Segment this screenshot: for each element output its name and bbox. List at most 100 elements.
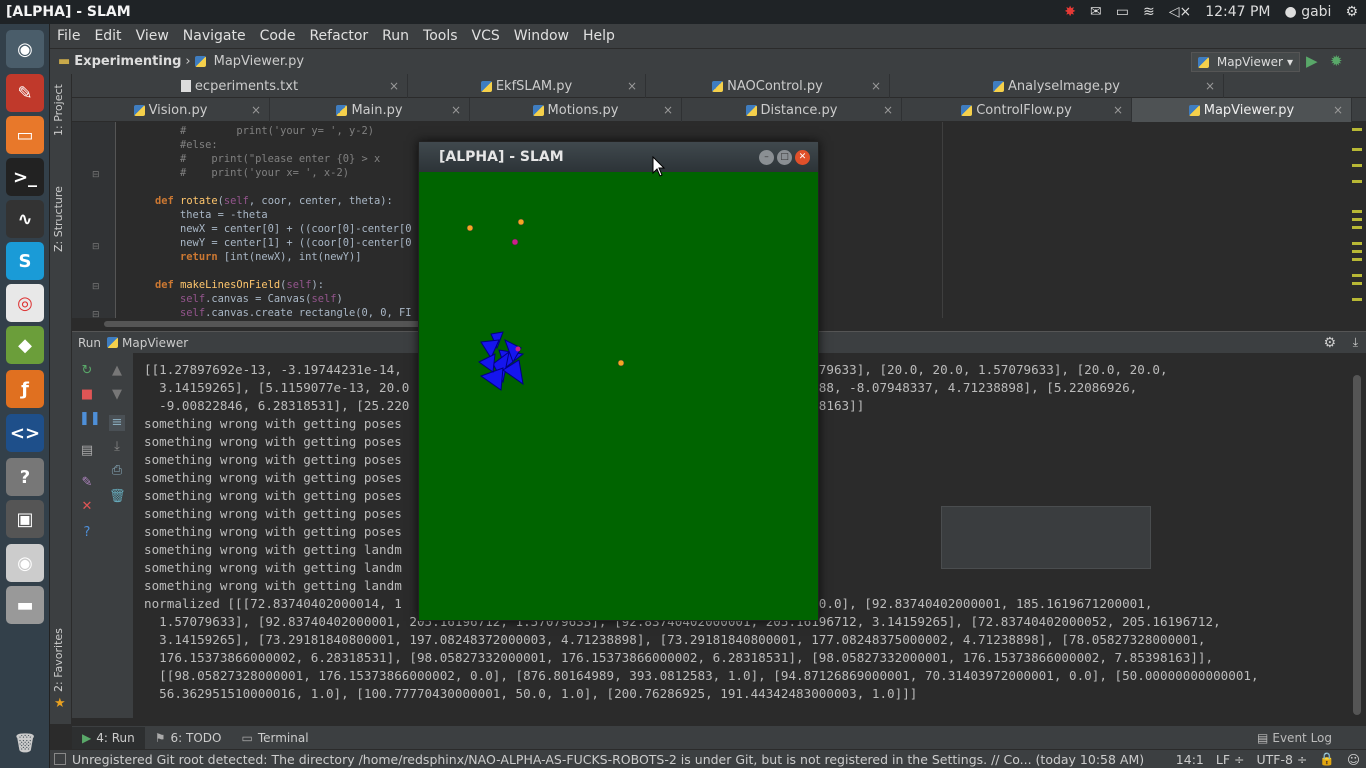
stripe-marker[interactable] — [1352, 226, 1362, 229]
files-launcher-icon[interactable]: ▭ — [6, 116, 44, 154]
inspector-icon[interactable]: ☺ — [1347, 752, 1360, 767]
menu-navigate[interactable]: Navigate — [176, 28, 253, 44]
help-icon[interactable]: ? — [79, 525, 95, 541]
settings-gear-icon[interactable]: ⚙ — [1323, 335, 1336, 351]
scroll-up-icon[interactable]: ▲ — [109, 363, 125, 379]
screen-launcher-icon[interactable]: ▣ — [6, 500, 44, 538]
disc-launcher-icon[interactable]: ◉ — [6, 544, 44, 582]
tool-tab-terminal[interactable]: ▭ Terminal — [231, 727, 318, 749]
stripe-marker[interactable] — [1352, 148, 1362, 151]
chrome-launcher-icon[interactable]: ◎ — [6, 284, 44, 322]
dash-launcher-icon[interactable]: ◉ — [6, 30, 44, 68]
battery-icon[interactable]: ▭ — [1116, 4, 1129, 20]
close-tab-icon[interactable]: × — [627, 79, 637, 93]
scroll-thumb[interactable] — [104, 321, 424, 327]
editor-tab[interactable]: MapViewer.py × — [1132, 98, 1352, 122]
lock-icon[interactable]: 🔒 — [1319, 751, 1335, 767]
stripe-marker[interactable] — [1352, 274, 1362, 277]
event-log-button[interactable]: ▤ Event Log — [1257, 731, 1332, 745]
tool-tab-todo[interactable]: ⚑ 6: TODO — [145, 727, 232, 749]
stripe-marker[interactable] — [1352, 218, 1362, 221]
menu-tools[interactable]: Tools — [416, 28, 465, 44]
menu-code[interactable]: Code — [253, 28, 303, 44]
menu-file[interactable]: File — [50, 28, 87, 44]
close-tab-icon[interactable]: × — [1333, 103, 1343, 117]
slam-field-canvas[interactable] — [419, 172, 818, 620]
pause-icon[interactable]: ❚❚ — [79, 411, 101, 427]
close-icon[interactable]: ✕ — [795, 149, 810, 165]
menu-edit[interactable]: Edit — [87, 28, 128, 44]
maximize-icon[interactable]: □ — [777, 149, 792, 165]
close-tab-icon[interactable]: × — [1205, 79, 1215, 93]
stripe-marker[interactable] — [1352, 282, 1362, 285]
stop-icon[interactable]: ■ — [79, 387, 95, 403]
editor-tab[interactable]: EkfSLAM.py × — [408, 74, 646, 98]
breadcrumb-project[interactable]: Experimenting — [74, 54, 181, 69]
stripe-marker[interactable] — [1352, 210, 1362, 213]
slam-map-window[interactable]: [ALPHA] - SLAM – □ ✕ — [418, 141, 819, 621]
matlab-launcher-icon[interactable]: ƒ — [6, 370, 44, 408]
status-message[interactable]: Unregistered Git root detected: The dire… — [72, 752, 1170, 767]
favorites-tool-tab[interactable]: 2: Favorites — [52, 628, 65, 692]
scroll-down-icon[interactable]: ▼ — [109, 387, 125, 403]
minimize-icon[interactable]: – — [759, 149, 774, 165]
print-icon[interactable]: ⎙ — [109, 463, 125, 479]
menu-refactor[interactable]: Refactor — [302, 28, 375, 44]
breadcrumb-file[interactable]: MapViewer.py — [214, 54, 305, 69]
console-vertical-scrollbar[interactable] — [1349, 353, 1366, 718]
fold-marker-icon[interactable]: ⊟ — [92, 242, 100, 252]
line-separator[interactable]: LF ÷ — [1216, 752, 1245, 767]
fold-marker-icon[interactable]: ⊟ — [92, 310, 100, 318]
trash-launcher-icon[interactable]: 🗑 — [6, 724, 44, 762]
drive-launcher-icon[interactable]: ▬ — [6, 586, 44, 624]
caret-position[interactable]: 14:1 — [1176, 752, 1204, 767]
scroll-to-end-icon[interactable]: ⤓ — [109, 439, 125, 455]
menu-window[interactable]: Window — [507, 28, 576, 44]
fold-marker-icon[interactable]: ⊟ — [92, 282, 100, 292]
terminal-launcher-icon[interactable]: >_ — [6, 158, 44, 196]
menu-help[interactable]: Help — [576, 28, 622, 44]
stripe-marker[interactable] — [1352, 258, 1362, 261]
close-tab-icon[interactable]: × — [871, 79, 881, 93]
rerun-icon[interactable]: ↻ — [79, 363, 95, 379]
android-launcher-icon[interactable]: ◆ — [6, 326, 44, 364]
close-tab-icon[interactable]: × — [1113, 103, 1123, 117]
volume-icon[interactable]: ◁× — [1169, 4, 1192, 20]
stripe-marker[interactable] — [1352, 180, 1362, 183]
menu-vcs[interactable]: VCS — [465, 28, 507, 44]
close-tab-icon[interactable]: × — [663, 103, 673, 117]
update-icon[interactable]: ✸ — [1064, 4, 1076, 20]
soft-wrap-icon[interactable]: ≡ — [109, 415, 125, 431]
fold-marker-icon[interactable]: ⊟ — [92, 170, 100, 180]
editor-tab[interactable]: AnalyseImage.py × — [890, 74, 1224, 98]
status-checkbox-icon[interactable] — [54, 753, 66, 765]
menu-view[interactable]: View — [129, 28, 176, 44]
codeblocks-launcher-icon[interactable]: <> — [6, 414, 44, 452]
error-stripe[interactable] — [1348, 122, 1366, 318]
editor-tab[interactable]: Main.py × — [270, 98, 470, 122]
help-launcher-icon[interactable]: ? — [6, 458, 44, 496]
pin-icon[interactable]: ✎ — [79, 475, 95, 491]
stripe-marker[interactable] — [1352, 298, 1362, 301]
clear-all-icon[interactable]: 🗑 — [109, 489, 126, 505]
close-tab-icon[interactable]: × — [389, 79, 399, 93]
close-tab-icon[interactable]: × — [883, 103, 893, 117]
monitor-launcher-icon[interactable]: ∿ — [6, 200, 44, 238]
mail-icon[interactable]: ✉ — [1090, 4, 1102, 20]
scroll-thumb[interactable] — [1353, 375, 1361, 715]
editor-tab[interactable]: Distance.py × — [682, 98, 902, 122]
close-icon[interactable]: ✕ — [79, 499, 95, 515]
stripe-marker[interactable] — [1352, 128, 1362, 131]
close-tab-icon[interactable]: × — [451, 103, 461, 117]
user-menu[interactable]: ● gabi — [1285, 4, 1332, 20]
settings-gear-icon[interactable]: ⚙ — [1345, 4, 1358, 20]
editor-tab[interactable]: NAOControl.py × — [646, 74, 890, 98]
tool-tab-run[interactable]: ▶ 4: Run — [72, 726, 145, 749]
run-button[interactable]: ▶ — [1306, 53, 1322, 69]
editor-tab[interactable]: Motions.py × — [470, 98, 682, 122]
stripe-marker[interactable] — [1352, 164, 1362, 167]
file-encoding[interactable]: UTF-8 ÷ — [1256, 752, 1307, 767]
stripe-marker[interactable] — [1352, 242, 1362, 245]
close-tab-icon[interactable]: × — [251, 103, 261, 117]
hide-panel-icon[interactable]: ⤓ — [1353, 335, 1358, 350]
